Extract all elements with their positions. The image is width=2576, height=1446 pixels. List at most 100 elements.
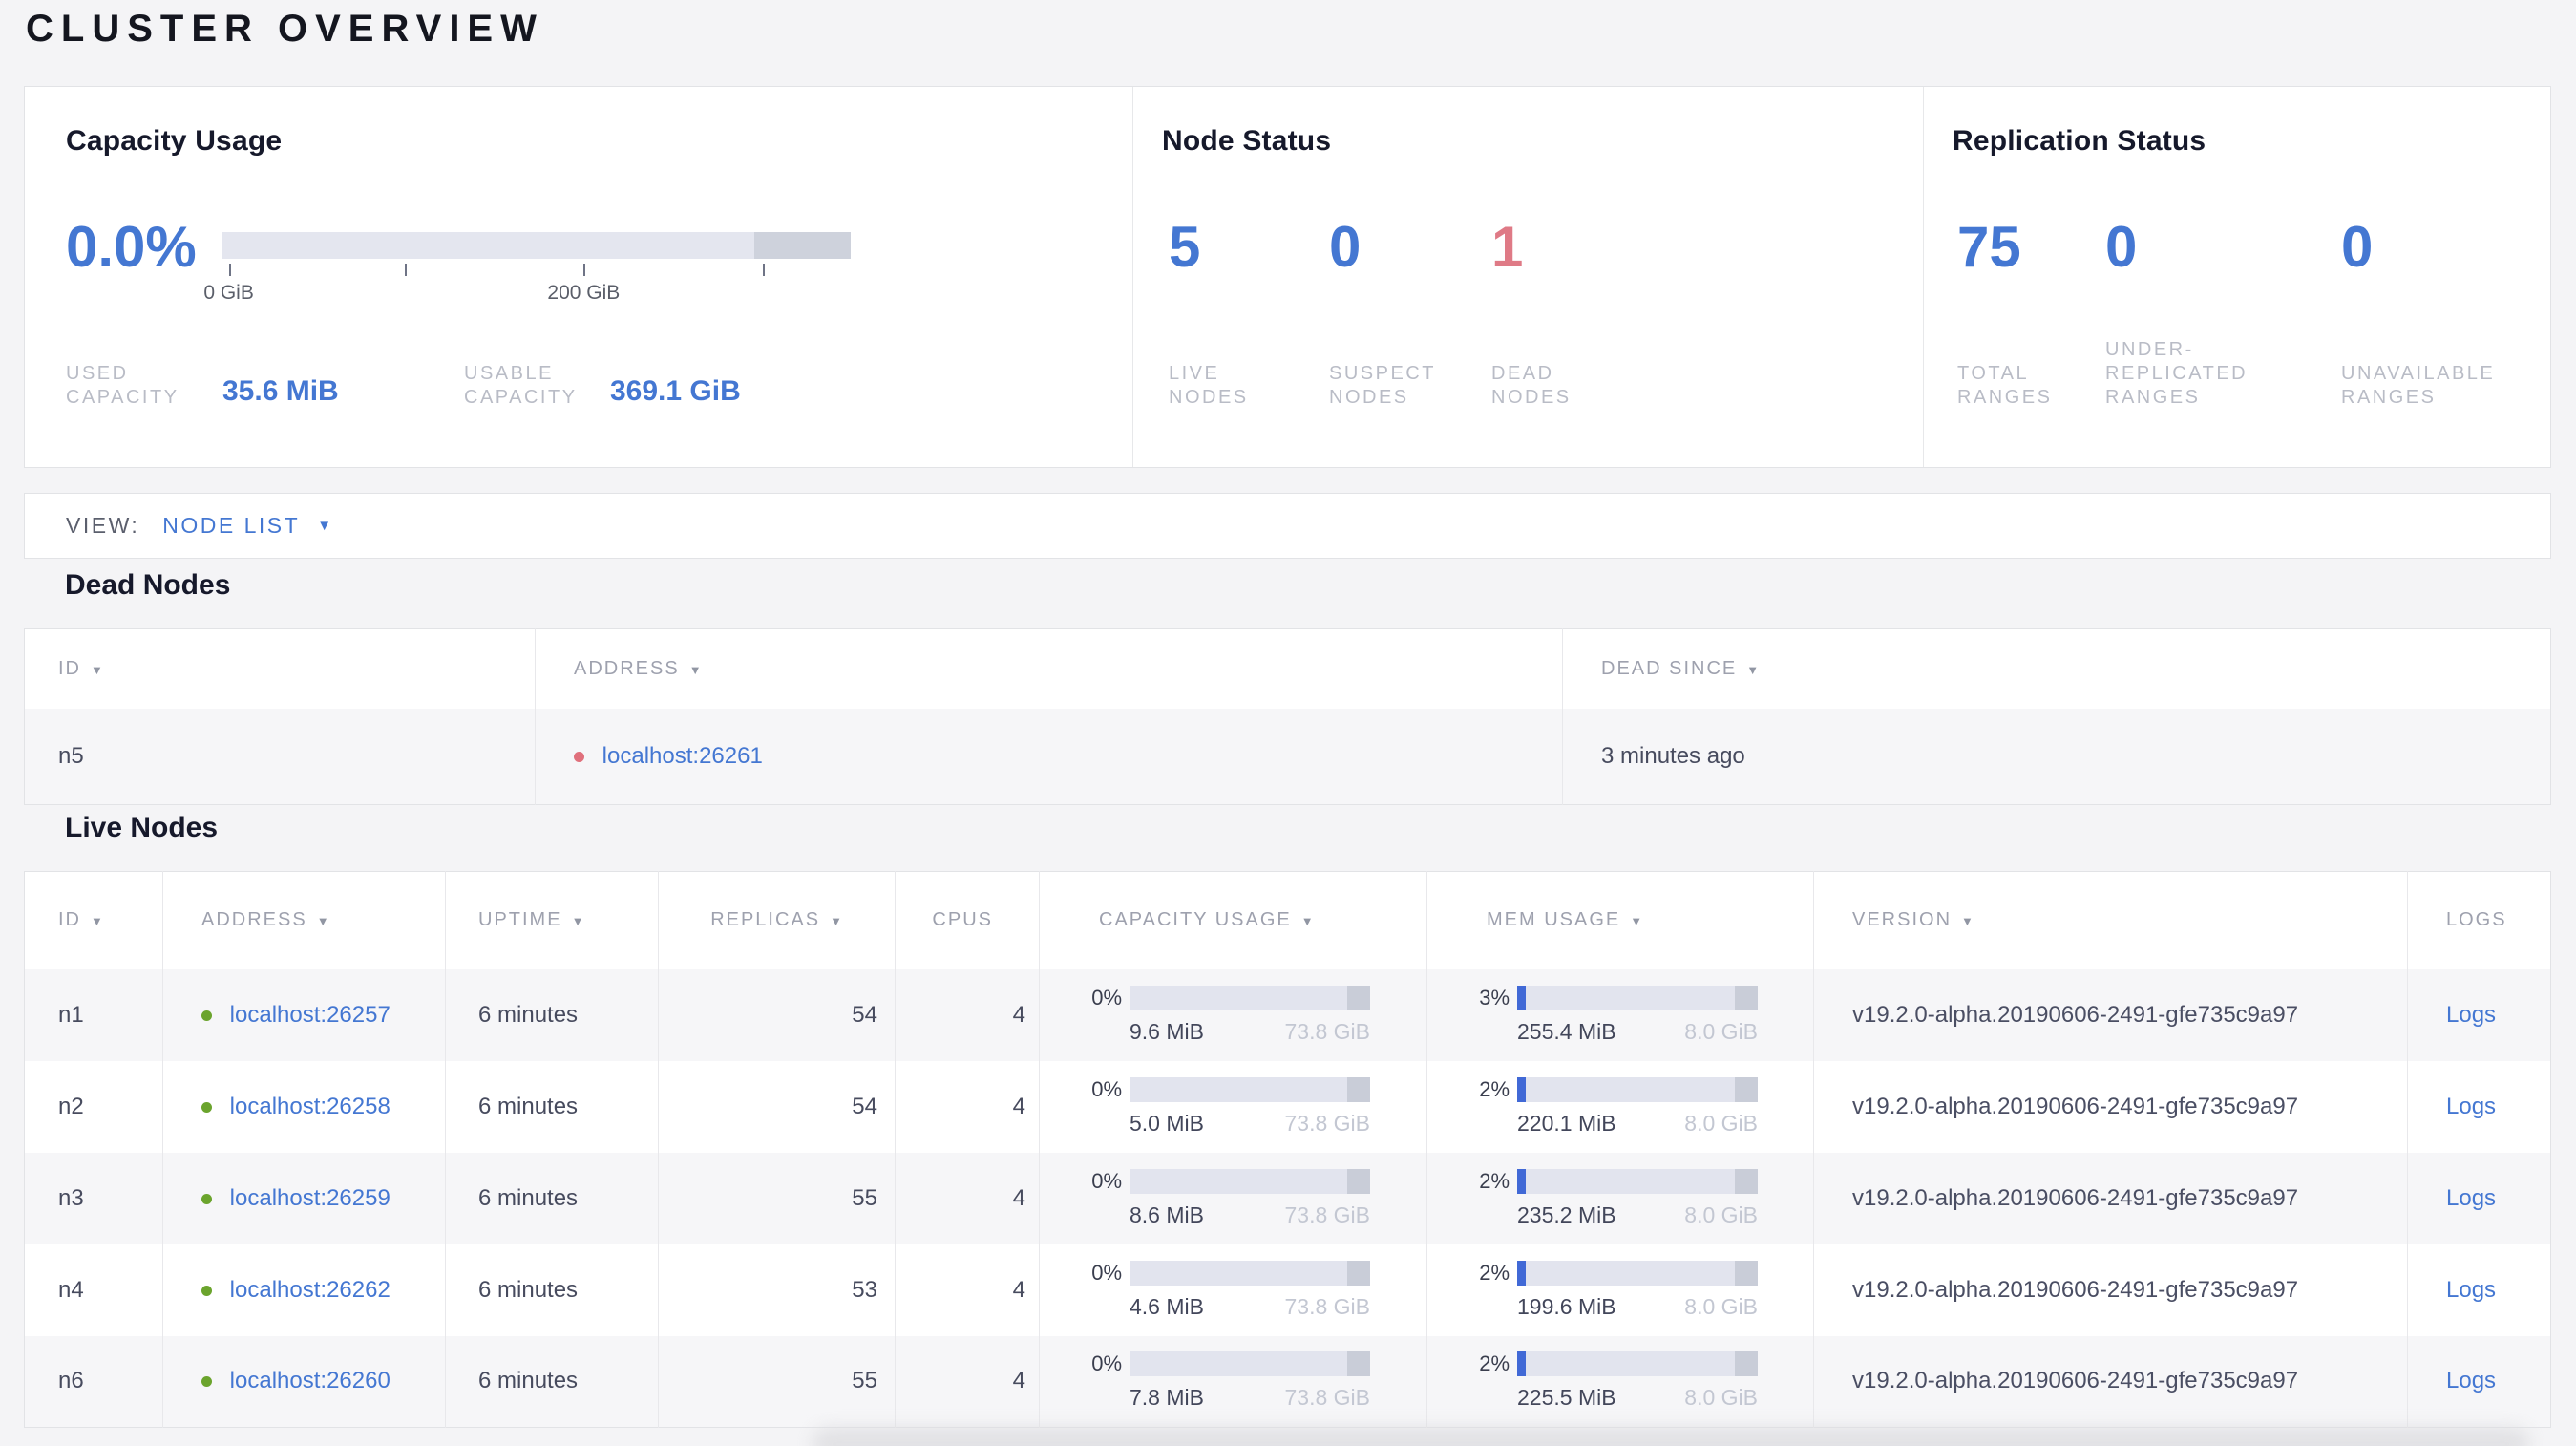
- live-status-dot-icon: [201, 1376, 212, 1388]
- version-cell: v19.2.0-alpha.20190606-2491-gfe735c9a97: [1813, 1060, 2408, 1153]
- capacity-usage-bar: [1130, 1351, 1370, 1377]
- column-header-dead-since[interactable]: DEAD SINCE ▼: [1562, 628, 2551, 709]
- suspect-nodes-label: SUSPECT NODES: [1329, 363, 1436, 408]
- replicas-cell: 54: [658, 1060, 896, 1153]
- axis-tick: [228, 264, 231, 276]
- mem-usage-bar: [1517, 985, 1758, 1010]
- capacity-usage-cell: 0% 7.8 MiB 73.8 GiB: [1039, 1335, 1427, 1428]
- column-header-uptime[interactable]: UPTIME ▼: [445, 871, 659, 969]
- uptime-cell: 6 minutes: [445, 1152, 659, 1244]
- node-address-link[interactable]: localhost:26257: [230, 1002, 391, 1028]
- capacity-total-value: 73.8 GiB: [1284, 1201, 1371, 1227]
- live-nodes-label: LIVE NODES: [1169, 363, 1249, 408]
- dead-nodes-heading: Dead Nodes: [65, 569, 231, 601]
- table-row: n5 localhost:26261 3 minutes ago: [24, 708, 2551, 805]
- column-header-cpus: CPUS: [895, 871, 1040, 969]
- capacity-percent: 0.0%: [66, 215, 197, 279]
- mem-percent-label: 2%: [1479, 1260, 1510, 1285]
- logs-link[interactable]: Logs: [2446, 1185, 2496, 1211]
- chevron-down-icon[interactable]: ▼: [317, 518, 331, 534]
- node-address-cell: localhost:26261: [535, 708, 1563, 805]
- mem-total-value: 8.0 GiB: [1684, 1110, 1758, 1136]
- capacity-percent-label: 0%: [1091, 1351, 1122, 1376]
- unavailable-ranges-label: UNAVAILABLE RANGES: [2341, 363, 2496, 408]
- column-header-address[interactable]: ADDRESS ▼: [162, 871, 446, 969]
- node-address-cell: localhost:26260: [162, 1335, 446, 1428]
- under-replicated-ranges-label: UNDER- REPLICATED RANGES: [2105, 339, 2249, 408]
- cpus-cell: 4: [895, 968, 1040, 1061]
- mem-total-value: 8.0 GiB: [1684, 1293, 1758, 1319]
- version-cell: v19.2.0-alpha.20190606-2491-gfe735c9a97: [1813, 1335, 2408, 1428]
- capacity-percent-label: 0%: [1091, 1168, 1122, 1193]
- version-cell: v19.2.0-alpha.20190606-2491-gfe735c9a97: [1813, 1152, 2408, 1244]
- node-id-cell: n1: [24, 968, 163, 1061]
- dead-since-cell: 3 minutes ago: [1562, 708, 2551, 805]
- mem-usage-cell: 2% 235.2 MiB 8.0 GiB: [1426, 1152, 1814, 1244]
- total-ranges-label: TOTAL RANGES: [1957, 363, 2053, 408]
- logs-link[interactable]: Logs: [2446, 1002, 2496, 1028]
- capacity-total-value: 73.8 GiB: [1284, 1018, 1371, 1044]
- column-header-logs: LOGS: [2407, 871, 2551, 969]
- view-dropdown[interactable]: NODE LIST ▼: [162, 513, 331, 539]
- usable-capacity-label: USABLE CAPACITY: [464, 363, 578, 408]
- column-header-mem-usage[interactable]: MEM USAGE ▼: [1426, 871, 1814, 969]
- sort-arrow-icon: ▼: [1961, 914, 1974, 929]
- column-header-id[interactable]: ID ▼: [24, 628, 536, 709]
- mem-usage-bar: [1517, 1351, 1758, 1377]
- capacity-usage-cell: 0% 5.0 MiB 73.8 GiB: [1039, 1060, 1427, 1153]
- mem-total-value: 8.0 GiB: [1684, 1201, 1758, 1227]
- logs-cell: Logs: [2407, 1152, 2551, 1244]
- node-address-link[interactable]: localhost:26258: [230, 1094, 391, 1119]
- mem-total-value: 8.0 GiB: [1684, 1385, 1758, 1411]
- live-status-dot-icon: [201, 1285, 212, 1296]
- node-id-cell: n2: [24, 1060, 163, 1153]
- view-dropdown-value[interactable]: NODE LIST: [162, 513, 300, 539]
- replication-status-title: Replication Status: [1953, 125, 2206, 157]
- live-status-dot-icon: [201, 1101, 212, 1113]
- table-row: n3 localhost:26259 6 minutes 55 4 0% 8.6…: [24, 1152, 2551, 1244]
- mem-used-value: 225.5 MiB: [1517, 1385, 1616, 1411]
- capacity-percent-label: 0%: [1091, 1260, 1122, 1285]
- table-row: n2 localhost:26258 6 minutes 54 4 0% 5.0…: [24, 1060, 2551, 1153]
- node-address-cell: localhost:26259: [162, 1152, 446, 1244]
- capacity-usage-bar: [1130, 985, 1370, 1010]
- node-address-link[interactable]: localhost:26260: [230, 1368, 391, 1393]
- column-header-capacity-usage[interactable]: CAPACITY USAGE ▼: [1039, 871, 1427, 969]
- axis-tick-label: 200 GiB: [547, 282, 621, 304]
- capacity-total-value: 73.8 GiB: [1284, 1293, 1371, 1319]
- logs-link[interactable]: Logs: [2446, 1094, 2496, 1119]
- capacity-usage-bar: [222, 232, 851, 259]
- uptime-cell: 6 minutes: [445, 1335, 659, 1428]
- replicas-cell: 54: [658, 968, 896, 1061]
- node-id-cell: n5: [24, 708, 536, 805]
- column-header-address[interactable]: ADDRESS ▼: [535, 628, 1563, 709]
- cpus-cell: 4: [895, 1152, 1040, 1244]
- column-header-id[interactable]: ID ▼: [24, 871, 163, 969]
- node-address-link[interactable]: localhost:26262: [230, 1277, 391, 1303]
- logs-cell: Logs: [2407, 1335, 2551, 1428]
- column-header-replicas[interactable]: REPLICAS ▼: [658, 871, 896, 969]
- dead-nodes-label: DEAD NODES: [1491, 363, 1572, 408]
- suspect-nodes-count: 0: [1329, 215, 1362, 279]
- bottom-scroll-shadow: [812, 1427, 2530, 1446]
- mem-usage-cell: 2% 220.1 MiB 8.0 GiB: [1426, 1060, 1814, 1153]
- table-row: n6 localhost:26260 6 minutes 55 4 0% 7.8…: [24, 1335, 2551, 1428]
- sort-arrow-icon: ▼: [91, 662, 103, 677]
- total-ranges-count: 75: [1957, 215, 2021, 279]
- column-header-version[interactable]: VERSION ▼: [1813, 871, 2408, 969]
- capacity-usage-bar: [1130, 1076, 1370, 1102]
- logs-cell: Logs: [2407, 1244, 2551, 1336]
- mem-percent-label: 2%: [1479, 1076, 1510, 1101]
- version-cell: v19.2.0-alpha.20190606-2491-gfe735c9a97: [1813, 968, 2408, 1061]
- axis-tick-label: 0 GiB: [203, 282, 254, 304]
- node-address-cell: localhost:26258: [162, 1060, 446, 1153]
- cpus-cell: 4: [895, 1060, 1040, 1153]
- logs-link[interactable]: Logs: [2446, 1368, 2496, 1393]
- dead-nodes-table: ID ▼ ADDRESS ▼ DEAD SINCE ▼ n5 localhost:26…: [24, 628, 2551, 805]
- logs-link[interactable]: Logs: [2446, 1277, 2496, 1303]
- axis-tick: [404, 264, 407, 276]
- dead-status-dot-icon: [574, 751, 584, 762]
- node-address-link[interactable]: localhost:26259: [230, 1185, 391, 1211]
- capacity-used-value: 4.6 MiB: [1130, 1293, 1204, 1319]
- node-address-link[interactable]: localhost:26261: [602, 743, 763, 769]
